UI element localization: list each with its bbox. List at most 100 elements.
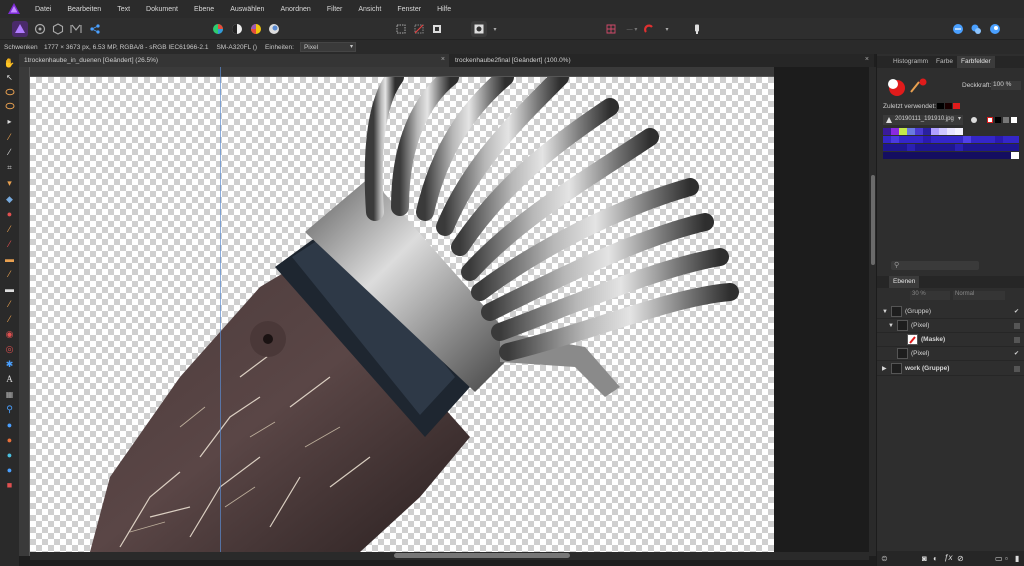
vertical-scrollbar[interactable]: [869, 67, 876, 556]
recent-swatch-black[interactable]: [937, 103, 944, 109]
vertical-ruler[interactable]: [19, 67, 30, 556]
red-eye-tool-icon[interactable]: ◉: [4, 329, 15, 340]
menu-dokument[interactable]: Dokument: [138, 6, 186, 13]
develop-persona-icon[interactable]: [50, 21, 66, 37]
photo-persona-icon[interactable]: [12, 21, 28, 37]
quick-mask-dropdown-icon[interactable]: ▾: [487, 21, 503, 37]
pen-tool-icon[interactable]: ✱: [4, 359, 15, 370]
help-panel-icon[interactable]: [987, 21, 1003, 37]
color-replace-icon[interactable]: ⁄: [4, 239, 15, 250]
units-select[interactable]: Pixel: [299, 42, 356, 52]
layer-row[interactable]: ▶ work (Gruppe): [877, 362, 1024, 376]
white-swatch[interactable]: [1011, 117, 1017, 123]
folder-icon[interactable]: ▭: [995, 554, 1003, 563]
layer-row[interactable]: ▼ (Pixel): [877, 319, 1024, 333]
mask-layer-icon[interactable]: ◙: [922, 554, 927, 563]
document-canvas[interactable]: [30, 77, 774, 552]
blur-tool-icon[interactable]: ▬: [4, 284, 15, 295]
eyedropper-tool-icon[interactable]: ⁄: [4, 132, 15, 143]
layer-visibility-checkbox[interactable]: ✔: [1014, 351, 1020, 357]
liquify-persona-icon[interactable]: [32, 21, 48, 37]
select-all-icon[interactable]: [393, 21, 409, 37]
deselect-icon[interactable]: [411, 21, 427, 37]
vertical-scrollbar-thumb[interactable]: [871, 175, 875, 265]
menu-filter[interactable]: Filter: [319, 6, 351, 13]
lasso-tool-icon[interactable]: [4, 86, 15, 97]
text-tool-icon[interactable]: A: [4, 374, 15, 385]
node-tool-icon[interactable]: ▸: [4, 116, 15, 127]
tab-ebenen[interactable]: Ebenen: [889, 276, 920, 288]
blend-mode-select[interactable]: Normal: [953, 291, 1005, 300]
hsl-icon[interactable]: [248, 21, 264, 37]
color-wheel-icon[interactable]: [210, 21, 226, 37]
expand-arrow-icon[interactable]: ▼: [882, 309, 888, 315]
tab-trockenhaube-duenen[interactable]: 1trockenhaube_in_duenen [Geändert] (26.5…: [19, 54, 449, 67]
red-eye-icon[interactable]: ◎: [4, 344, 15, 355]
move-tool-icon[interactable]: ↖: [4, 72, 15, 83]
color-swatch-icon[interactable]: ■: [4, 480, 15, 491]
recent-swatch-red[interactable]: [953, 103, 960, 109]
color-picker-icon[interactable]: ●: [4, 209, 15, 220]
zoom-tool-icon[interactable]: ⚲: [4, 404, 15, 415]
studio-panel-icon[interactable]: [950, 21, 966, 37]
export-persona-icon[interactable]: [87, 21, 103, 37]
layer-row[interactable]: ▼ (Gruppe) ✔: [877, 305, 1024, 319]
adjustment-layer-icon[interactable]: ◐: [933, 554, 938, 563]
tab-farbe[interactable]: Farbe: [932, 56, 957, 68]
clone-tool-icon[interactable]: ⁄: [4, 314, 15, 325]
fill-tool-icon[interactable]: ▾: [4, 178, 15, 189]
layer-row[interactable]: (Pixel) ✔: [877, 347, 1024, 361]
grey-swatch[interactable]: [1003, 117, 1009, 123]
menu-hilfe[interactable]: Hilfe: [429, 6, 459, 13]
menu-bearbeiten[interactable]: Bearbeiten: [59, 6, 109, 13]
live-filter-icon[interactable]: ⊘: [957, 554, 964, 563]
menu-text[interactable]: Text: [109, 6, 138, 13]
palette-grid[interactable]: [883, 128, 1019, 160]
tab-trockenhaube2final[interactable]: trockenhaube2final [Geändert] (100.0%) ×: [450, 54, 873, 67]
selection-brush-icon[interactable]: [4, 100, 15, 111]
contrast-icon[interactable]: [229, 21, 245, 37]
gradient-tool-icon[interactable]: ◆: [4, 194, 15, 205]
fill-stroke-color-icon[interactable]: [887, 76, 927, 98]
sphere-orange-icon[interactable]: ●: [4, 435, 15, 446]
sphere-blue-icon[interactable]: ●: [4, 420, 15, 431]
tab-histogramm[interactable]: Histogramm: [889, 56, 932, 68]
layer-row[interactable]: (Maske): [877, 333, 1024, 347]
swatch-search-input[interactable]: ⚲: [891, 261, 979, 270]
snapping-icon[interactable]: [603, 21, 619, 37]
layer-visibility-checkbox[interactable]: ✔: [1014, 309, 1020, 315]
quick-mask-icon[interactable]: [471, 21, 487, 37]
magnet-icon[interactable]: [641, 21, 657, 37]
opacity-field[interactable]: 100 %: [991, 81, 1021, 90]
sphere-striped-icon[interactable]: ●: [4, 465, 15, 476]
layer-visibility-checkbox[interactable]: [1014, 336, 1020, 343]
brush-tool-icon[interactable]: ⁄: [4, 224, 15, 235]
magnet-dropdown-icon[interactable]: ▾: [659, 21, 675, 37]
shape-tool-icon[interactable]: ▦: [4, 389, 15, 400]
black-swatch[interactable]: [995, 117, 1001, 123]
invert-selection-icon[interactable]: [429, 21, 445, 37]
paint-brush-tool-icon[interactable]: ∕: [4, 147, 15, 158]
crop-tool-icon[interactable]: ⌗: [4, 162, 15, 173]
close-tab-icon[interactable]: ×: [441, 56, 445, 63]
assistant-icon[interactable]: [689, 21, 705, 37]
layer-visibility-checkbox[interactable]: [1014, 365, 1020, 372]
white-balance-icon[interactable]: [266, 21, 282, 37]
delete-layer-icon[interactable]: ▮: [1015, 554, 1019, 563]
layer-visibility-checkbox[interactable]: [1014, 322, 1020, 329]
horizontal-scrollbar-thumb[interactable]: [394, 553, 570, 558]
menu-auswaehlen[interactable]: Auswählen: [222, 6, 272, 13]
erase-tool-icon[interactable]: ▬: [4, 254, 15, 265]
new-layer-icon[interactable]: ▫: [1005, 554, 1008, 563]
horizontal-ruler[interactable]: [30, 67, 774, 77]
menu-anordnen[interactable]: Anordnen: [272, 6, 318, 13]
tone-mapping-persona-icon[interactable]: [68, 21, 84, 37]
expand-arrow-icon[interactable]: ▶: [882, 365, 887, 372]
palette-select[interactable]: 20190111_191910.jpg ▾: [883, 115, 963, 125]
hand-tool-icon[interactable]: ✋: [4, 58, 15, 69]
sphere-cyan-icon[interactable]: ●: [4, 450, 15, 461]
none-swatch-icon[interactable]: [987, 117, 993, 123]
tab-farbfelder[interactable]: Farbfelder: [957, 56, 995, 68]
recent-swatch-darkred[interactable]: [945, 103, 952, 109]
fx-icon[interactable]: ƒx: [944, 553, 952, 562]
